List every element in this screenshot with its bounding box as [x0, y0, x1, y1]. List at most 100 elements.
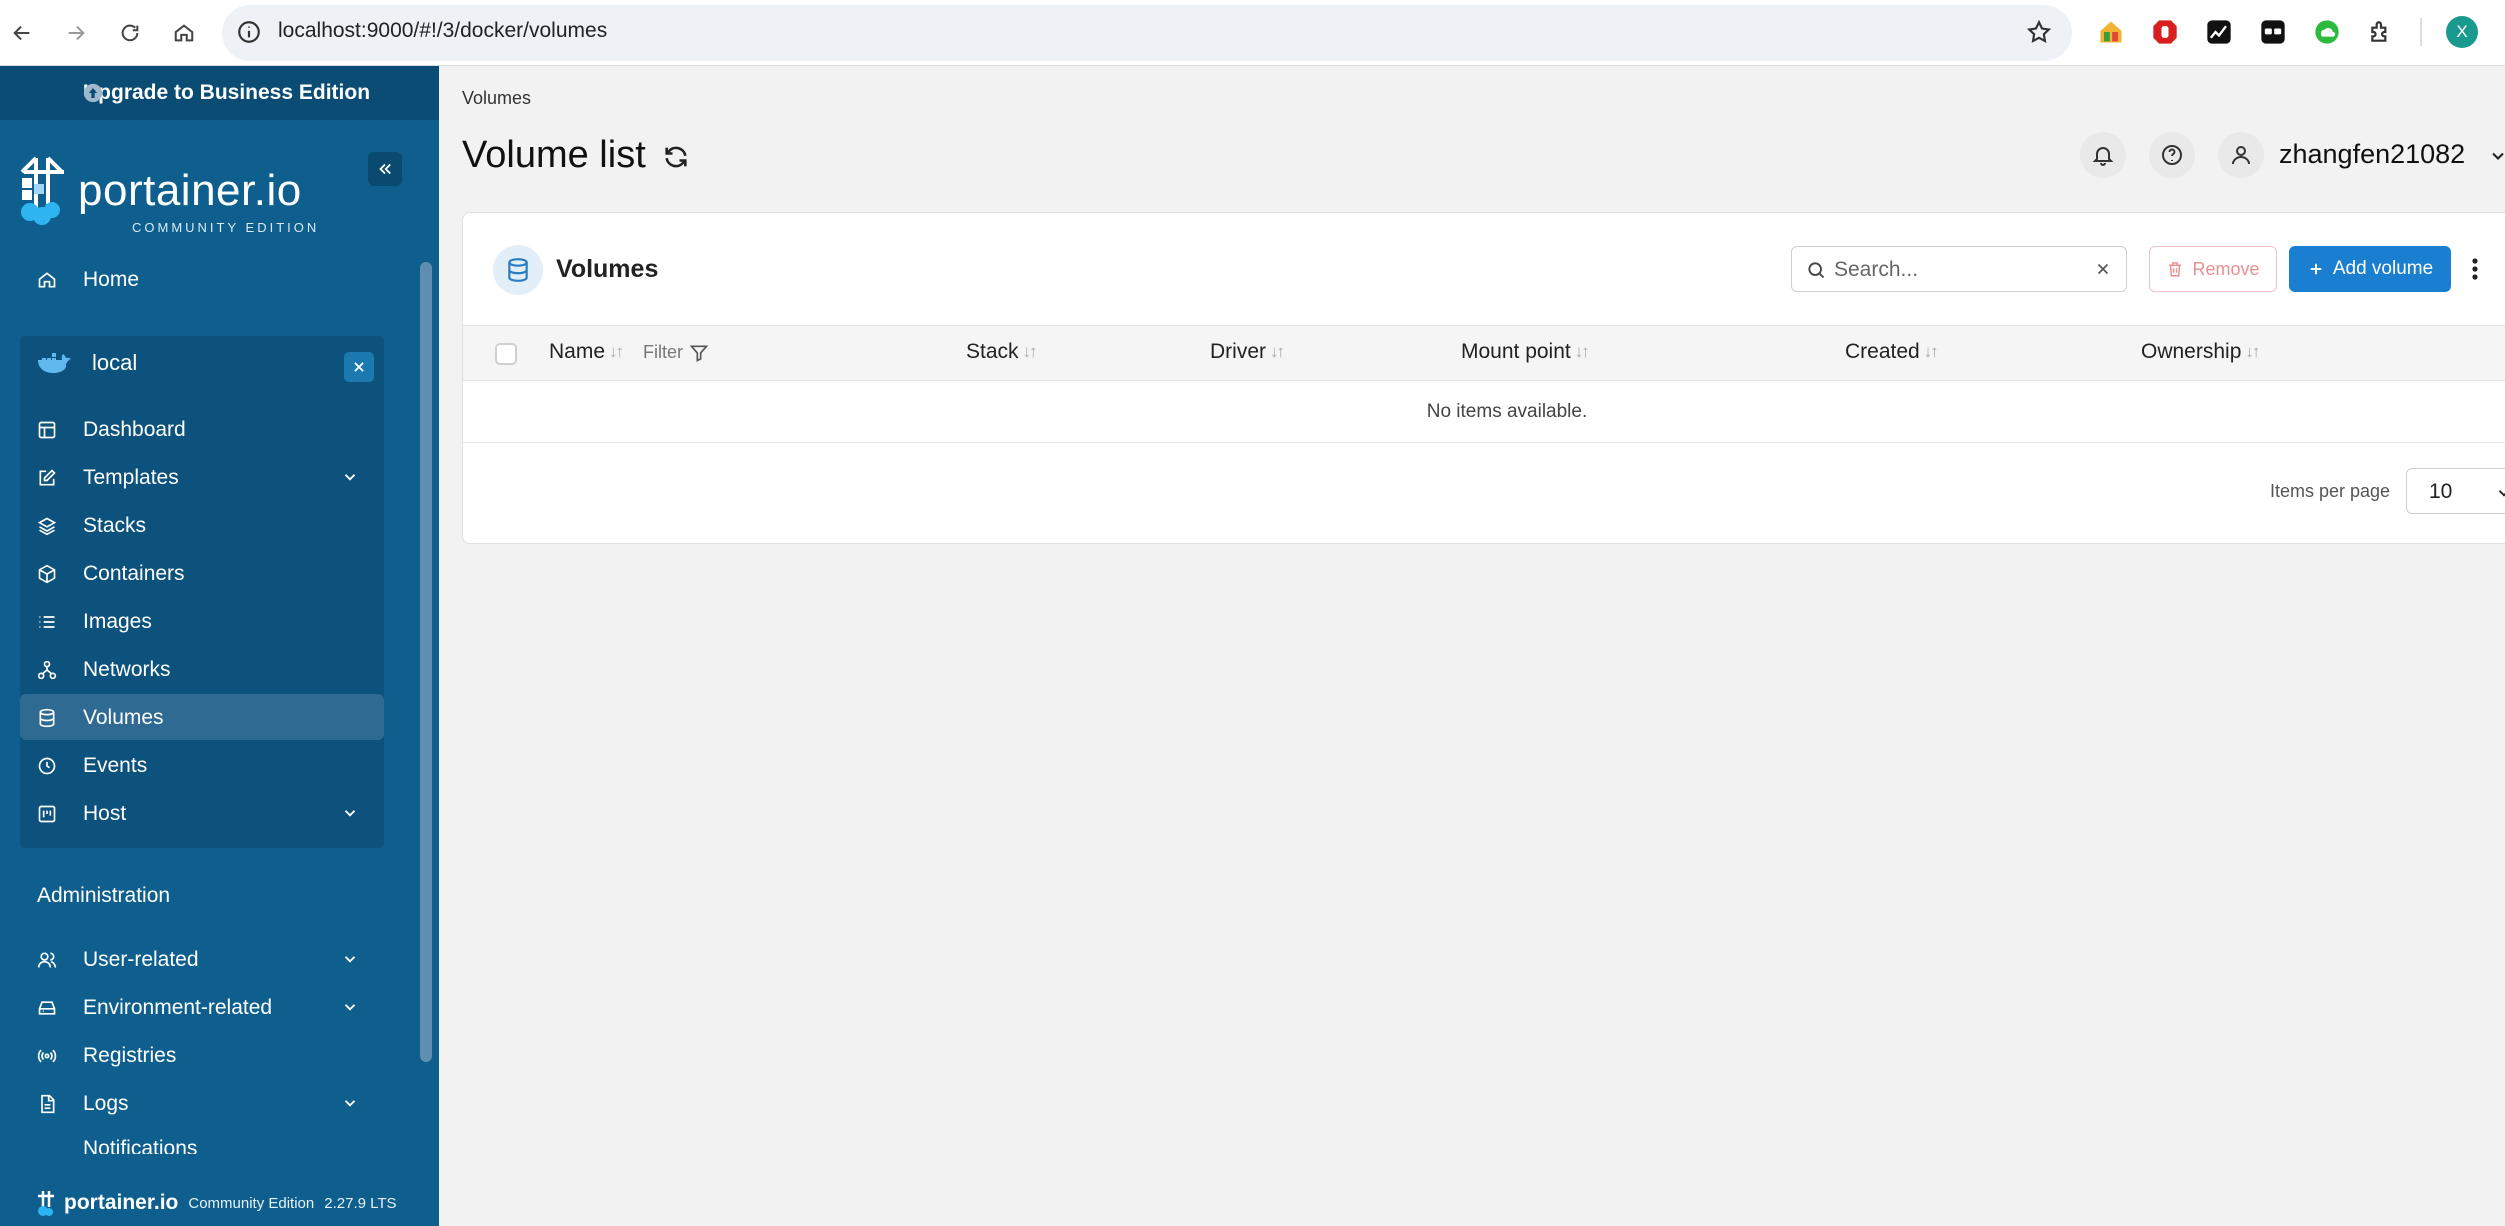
- user-icon: [2232, 146, 2250, 165]
- username[interactable]: zhangfen21082: [2279, 139, 2465, 170]
- empty-table-message: No items available.: [463, 381, 2505, 443]
- sidebar-item-templates[interactable]: Templates: [37, 454, 397, 500]
- sidebar-item-dashboard[interactable]: Dashboard: [37, 406, 397, 452]
- footer-brand: portainer.io: [64, 1191, 179, 1214]
- environment-name: local: [92, 350, 138, 375]
- sidebar-item-label: Images: [83, 610, 152, 633]
- user-menu-chevron[interactable]: [2488, 146, 2505, 166]
- sidebar-item-containers[interactable]: Containers: [37, 550, 397, 596]
- column-label: Created: [1845, 340, 1920, 363]
- add-volume-label: Add volume: [2332, 258, 2434, 279]
- extensions-puzzle-icon[interactable]: [2364, 15, 2398, 49]
- sidebar-item-home[interactable]: Home: [37, 256, 397, 302]
- sidebar-item-registries[interactable]: Registries: [37, 1032, 397, 1078]
- sidebar-item-label: User-related: [83, 948, 199, 971]
- footer-edition: Community Edition: [188, 1194, 315, 1212]
- portainer-logo[interactable]: portainer.io COMMUNITY EDITION: [16, 154, 316, 235]
- chevron-down-icon: [344, 1004, 356, 1011]
- extension-shield-icon[interactable]: [2148, 15, 2182, 49]
- hard-drive-icon: [38, 1001, 56, 1015]
- upgrade-banner[interactable]: Upgrade to Business Edition: [0, 66, 439, 120]
- help-circle-icon: [2162, 145, 2182, 165]
- remove-label: Remove: [2192, 258, 2260, 279]
- layers-icon: [37, 517, 57, 536]
- column-header-mount-point[interactable]: Mount point ↓↑: [1461, 340, 1590, 364]
- chevron-down-icon: [344, 1100, 356, 1107]
- column-header-stack[interactable]: Stack ↓↑: [966, 340, 1038, 364]
- sort-icon: ↓↑: [2245, 342, 2260, 361]
- bookmark-star-icon[interactable]: [2026, 19, 2052, 45]
- sidebar-item-label: Dashboard: [83, 418, 186, 441]
- notifications-button[interactable]: [2080, 132, 2126, 178]
- extension-chart-icon[interactable]: [2202, 15, 2236, 49]
- profile-avatar[interactable]: X: [2446, 16, 2478, 48]
- close-environment-button[interactable]: [344, 352, 374, 382]
- forward-icon[interactable]: [58, 15, 94, 51]
- list-icon: [39, 616, 55, 628]
- search-input[interactable]: Search...: [1791, 246, 2127, 292]
- refresh-button[interactable]: [662, 143, 690, 171]
- sort-icon: ↓↑: [1022, 342, 1038, 361]
- items-per-page-select[interactable]: 10: [2406, 468, 2505, 514]
- add-volume-button[interactable]: Add volume: [2289, 246, 2451, 292]
- name-filter-button[interactable]: Filter: [643, 342, 709, 363]
- users-icon: [37, 952, 57, 968]
- address-bar[interactable]: localhost:9000/#!/3/docker/volumes: [222, 5, 2072, 61]
- toolbar-divider: [2420, 18, 2422, 46]
- column-header-driver[interactable]: Driver ↓↑: [1210, 340, 1285, 364]
- sidebar-item-events[interactable]: Events: [37, 742, 397, 788]
- items-per-page-value: 10: [2429, 480, 2453, 503]
- sort-icon: ↓↑: [609, 342, 624, 361]
- docker-whale-icon: [38, 353, 71, 373]
- column-header-ownership[interactable]: Ownership ↓↑: [2141, 340, 2260, 364]
- portainer-crane-icon: [20, 156, 64, 225]
- edit-icon: [39, 469, 56, 486]
- collapse-sidebar-button[interactable]: [368, 152, 402, 186]
- home-icon[interactable]: [166, 15, 202, 51]
- sidebar-item-label: Containers: [83, 562, 185, 585]
- sidebar-item-logs[interactable]: Logs: [37, 1080, 397, 1126]
- help-button[interactable]: [2149, 132, 2195, 178]
- column-header-created[interactable]: Created ↓↑: [1845, 340, 1939, 364]
- back-icon[interactable]: [4, 15, 40, 51]
- administration-heading: Administration: [37, 884, 171, 907]
- sidebar-item-label: Templates: [83, 466, 179, 489]
- sort-icon: ↓↑: [1574, 342, 1590, 361]
- upgrade-label: Upgrade to Business Edition: [83, 81, 371, 104]
- column-label: Ownership: [2141, 340, 2242, 363]
- sidebar-item-label: Events: [83, 754, 148, 777]
- table-header-bar: Volumes Search... Remove Add volume: [463, 213, 2505, 325]
- file-text-icon: [41, 1094, 55, 1114]
- home-icon: [38, 272, 56, 288]
- site-info-icon[interactable]: [236, 19, 262, 45]
- remove-button[interactable]: Remove: [2149, 246, 2277, 292]
- chevrons-left-icon: [379, 163, 391, 175]
- sidebar-item-networks[interactable]: Networks: [37, 646, 397, 692]
- extension-house-icon[interactable]: [2094, 15, 2128, 49]
- sidebar-item-notifications[interactable]: Notifications: [37, 1130, 397, 1154]
- clear-search-icon[interactable]: [2094, 260, 2112, 278]
- extension-glasses-icon[interactable]: [2256, 15, 2290, 49]
- select-all-checkbox[interactable]: [495, 343, 517, 365]
- sidebar-item-volumes[interactable]: Volumes: [20, 694, 384, 740]
- sidebar-item-host[interactable]: Host: [37, 790, 397, 836]
- table-options-button[interactable]: [2465, 255, 2485, 283]
- plus-icon: [2310, 263, 2322, 275]
- filter-icon: [689, 345, 709, 362]
- sidebar-item-label: Logs: [83, 1092, 129, 1115]
- user-avatar[interactable]: [2218, 132, 2264, 178]
- sidebar-item-stacks[interactable]: Stacks: [37, 502, 397, 548]
- sidebar: Upgrade to Business Edition portainer.io…: [0, 66, 439, 1226]
- sidebar-scrollbar[interactable]: [420, 262, 432, 1062]
- sidebar-item-images[interactable]: Images: [37, 598, 397, 644]
- sidebar-item-label: Host: [83, 802, 127, 825]
- sort-icon: ↓↑: [1270, 342, 1285, 361]
- filter-label: Filter: [643, 342, 683, 362]
- sidebar-item-user-related[interactable]: User-related: [37, 936, 397, 982]
- chevron-down-icon: [2492, 152, 2504, 160]
- sidebar-item-environment-related[interactable]: Environment-related: [37, 984, 397, 1030]
- box-icon: [38, 564, 56, 584]
- column-header-name[interactable]: Name ↓↑: [549, 340, 624, 364]
- extension-cloud-icon[interactable]: [2310, 15, 2344, 49]
- reload-icon[interactable]: [112, 15, 148, 51]
